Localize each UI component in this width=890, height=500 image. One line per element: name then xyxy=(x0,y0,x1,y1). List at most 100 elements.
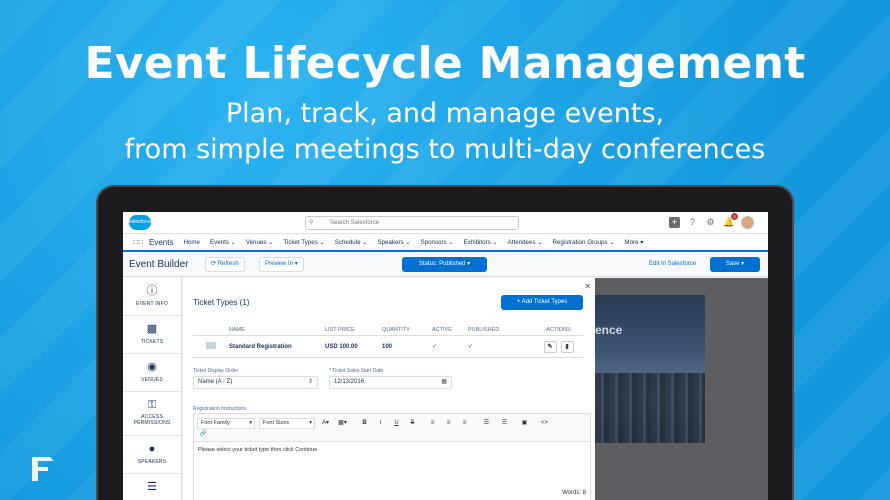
column-header: LIST PRICE xyxy=(325,326,355,333)
strikethrough-icon[interactable]: S xyxy=(406,418,419,429)
nav-item-schedule[interactable]: Schedule ⌄ xyxy=(335,239,368,246)
table-row[interactable]: Standard Registration USD 100.00 100 ✓ ✓… xyxy=(193,336,583,358)
sidebar-item-venues[interactable]: ◉ VENUES xyxy=(123,354,181,392)
underline-icon[interactable]: U xyxy=(390,418,403,429)
app-launcher-icon[interactable]: ∷∷ xyxy=(133,238,145,247)
nav-item-events[interactable]: Events ⌄ xyxy=(210,239,236,246)
status-label: Status: Published xyxy=(418,261,466,267)
display-order-label: Ticket Display Order xyxy=(193,368,239,374)
sidebar-item-label: EVENT INFO xyxy=(136,301,168,307)
chevron-down-icon: ⌄ xyxy=(230,238,236,246)
align-left-icon[interactable]: ≡ xyxy=(426,418,439,429)
chevron-down-icon: ⌄ xyxy=(319,238,325,246)
builder-toolbar: Event Builder ⟳ Refresh Preview In ▾ Sta… xyxy=(123,252,768,277)
nav-item-attendees[interactable]: Attendees ⌄ xyxy=(508,239,543,246)
nav-item-exhibitors[interactable]: Exhibitors ⌄ xyxy=(464,239,498,246)
column-header: ACTIONS xyxy=(546,326,571,333)
text-color-icon[interactable]: A▾ xyxy=(319,418,332,429)
event-banner-image: ence xyxy=(595,295,705,443)
editor-content[interactable]: Please select your ticket type then clic… xyxy=(194,442,590,458)
nav-item-speakers[interactable]: Speakers ⌄ xyxy=(377,239,410,246)
source-code-icon[interactable]: <> xyxy=(538,418,551,429)
sidebar-item-speakers[interactable]: ● SPEAKERS xyxy=(123,436,181,474)
edit-in-salesforce-link[interactable]: Edit In Salesforce xyxy=(649,261,696,267)
nav-item-more[interactable]: More ▾ xyxy=(624,239,643,246)
edit-pencil-icon[interactable]: ✎ xyxy=(543,340,557,353)
avatar[interactable] xyxy=(741,216,754,229)
select-arrows-icon: ⇕ xyxy=(307,379,313,385)
table-header-row: NAME LIST PRICE QUANTITY ACTIVE PUBLISHE… xyxy=(193,324,583,336)
nav-item-venues[interactable]: Venues ⌄ xyxy=(246,239,274,246)
chevron-down-icon: ⌄ xyxy=(405,238,411,246)
align-center-icon[interactable]: ≡ xyxy=(442,418,455,429)
nav-item-label: Speakers xyxy=(377,238,404,246)
list-icon: ☰ xyxy=(147,481,157,493)
link-icon[interactable]: 🔗 xyxy=(197,429,210,440)
add-icon[interactable]: + xyxy=(669,217,680,228)
refresh-button[interactable]: ⟳ Refresh xyxy=(205,257,245,272)
ticket-types-panel: ✕ Ticket Types (1) + Add Ticket Types NA… xyxy=(183,278,595,500)
nav-item-label: Exhibitors xyxy=(463,238,491,246)
salesforce-logo[interactable]: salesforce xyxy=(129,215,152,230)
save-button[interactable]: Save ▾ xyxy=(710,257,760,272)
person-icon: ● xyxy=(148,443,156,455)
nav-item-home[interactable]: Home xyxy=(183,239,200,246)
nav-item-label: Events xyxy=(209,238,229,246)
sidebar-item-label: TICKETS xyxy=(140,339,164,345)
ticket-types-table: NAME LIST PRICE QUANTITY ACTIVE PUBLISHE… xyxy=(193,324,583,358)
sidebar-item-more[interactable]: ☰ xyxy=(123,474,181,500)
bold-icon[interactable]: B xyxy=(358,418,371,429)
nav-item-sponsors[interactable]: Sponsors ⌄ xyxy=(421,239,454,246)
cell-price: USD 100.00 xyxy=(325,343,358,350)
status-button[interactable]: Status: Published ▾ xyxy=(402,257,487,272)
sidebar-item-event-info[interactable]: ⓘ EVENT INFO xyxy=(123,278,181,316)
panel-title: Ticket Types (1) xyxy=(193,298,250,307)
cell-published-check-icon: ✓ xyxy=(468,344,474,350)
search-input[interactable]: ⚲ Search Salesforce xyxy=(305,216,519,230)
chevron-down-icon: ⌄ xyxy=(268,238,274,246)
font-size-label: Font Sizes xyxy=(263,420,289,426)
display-order-select[interactable]: Name (A - Z) ⇕ xyxy=(193,376,318,389)
help-icon[interactable]: ? xyxy=(687,217,698,228)
numbered-list-icon[interactable]: ☰ xyxy=(498,418,511,429)
italic-icon[interactable]: I xyxy=(374,418,387,429)
nav-item-registration-groups[interactable]: Registration Groups ⌄ xyxy=(552,239,614,246)
highlight-color-icon[interactable]: ▩▾ xyxy=(336,418,349,429)
refresh-label: Refresh xyxy=(217,261,239,267)
align-right-icon[interactable]: ≡ xyxy=(458,418,471,429)
preview-button[interactable]: Preview In ▾ xyxy=(259,257,304,272)
gear-icon[interactable]: ⚙ xyxy=(705,217,716,228)
preview-pane: ence xyxy=(595,278,768,500)
trash-icon[interactable]: ▮ xyxy=(560,340,574,353)
font-family-select[interactable]: Font Family ▾ xyxy=(197,418,255,429)
info-icon: ⓘ xyxy=(146,285,158,297)
bell-icon[interactable]: 🔔 3 xyxy=(723,213,738,228)
font-family-label: Font Family xyxy=(201,420,230,426)
sidebar-item-access-permissions[interactable]: ⚿ ACCESS PERMISSIONS xyxy=(123,392,181,436)
app-name: Events xyxy=(149,237,174,247)
calendar-icon[interactable]: ▦ xyxy=(441,377,447,388)
nav-item-ticket-types[interactable]: Ticket Types ⌄ xyxy=(283,239,324,246)
column-header: ACTIVE xyxy=(432,326,452,333)
add-ticket-types-button[interactable]: + Add Ticket Types xyxy=(501,295,583,310)
sidebar-item-label: SPEAKERS xyxy=(137,459,167,465)
bullet-list-icon[interactable]: ☰ xyxy=(480,418,493,429)
start-date-label: * Ticket Sales Start Date xyxy=(329,368,384,374)
chevron-down-icon: ⌄ xyxy=(448,238,454,246)
ticket-icon: ▩ xyxy=(146,323,158,335)
instructions-editor[interactable]: Font Family ▾ Font Sizes ▾ A▾ ▩▾ B I U S… xyxy=(193,413,591,500)
row-thumbnail xyxy=(193,342,229,351)
font-size-select[interactable]: Font Sizes ▾ xyxy=(259,418,315,429)
sidebar-item-tickets[interactable]: ▩ TICKETS xyxy=(123,316,181,354)
close-icon[interactable]: ✕ xyxy=(584,282,591,291)
sidebar-item-label: ACCESS PERMISSIONS xyxy=(133,414,171,426)
search-icon: ⚲ xyxy=(309,220,314,226)
global-header: salesforce ⚲ Search Salesforce + ? ⚙ 🔔 3 xyxy=(123,212,768,234)
caret-down-icon: ▾ xyxy=(467,261,471,267)
column-header: PUBLISHED xyxy=(468,326,500,333)
start-date-input[interactable]: 12/13/2016 ▦ xyxy=(329,376,452,389)
cell-actions: ✎ ▮ xyxy=(534,340,583,353)
insert-image-icon[interactable]: ▣ xyxy=(518,418,531,429)
nav-item-label: Registration Groups xyxy=(552,238,608,246)
builder-sidebar: ⓘ EVENT INFO ▩ TICKETS ◉ VENUES ⚿ ACCESS… xyxy=(123,278,182,500)
